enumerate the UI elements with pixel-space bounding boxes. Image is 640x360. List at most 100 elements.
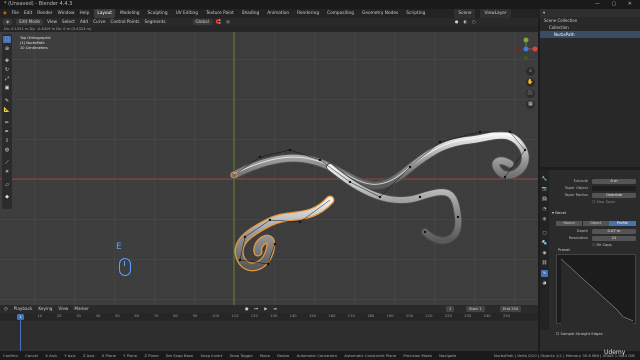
object-tab-icon[interactable]: ▢ <box>541 230 548 237</box>
pen-icon[interactable]: ✒ <box>3 129 11 136</box>
pan-hand-icon[interactable]: ✋ <box>526 78 535 87</box>
editor-type-icon[interactable]: ◈ <box>3 19 13 25</box>
tab-sculpting[interactable]: Sculpting <box>145 9 171 18</box>
bevel-mode-object[interactable]: Object <box>582 221 609 226</box>
curve-data-tab-icon[interactable]: ∿ <box>541 270 548 277</box>
to-sphere-icon[interactable]: ◆ <box>3 194 11 201</box>
snap-icon[interactable]: 🧲 <box>216 18 221 26</box>
3d-viewport[interactable] <box>0 32 538 305</box>
render-tab-icon[interactable]: 📷 <box>541 186 548 193</box>
bevel-profile-widget[interactable] <box>556 254 638 326</box>
playhead-line[interactable] <box>20 320 21 351</box>
extrude-icon[interactable]: ⇧ <box>3 138 11 145</box>
tab-animation[interactable]: Animation <box>264 9 292 18</box>
tab-texture-paint[interactable]: Texture Paint <box>203 9 237 18</box>
play-icon[interactable]: ▶ <box>264 305 267 313</box>
timeline-editor-icon[interactable]: ◷ <box>4 305 8 313</box>
camera-icon[interactable]: 🎥 <box>526 89 535 98</box>
start-frame-field[interactable]: Start 1 <box>466 306 485 312</box>
menu-render[interactable]: Render <box>37 9 52 18</box>
material-tab-icon[interactable]: ◕ <box>541 280 548 287</box>
jump-start-icon[interactable]: ⏮ <box>255 305 259 313</box>
menu-segments[interactable]: Segments <box>144 18 165 26</box>
profile-curve[interactable] <box>557 255 638 326</box>
outliner-row-collection[interactable]: Collection <box>540 24 640 31</box>
shear-icon[interactable]: ▱ <box>3 182 11 189</box>
bevel-mode-profile[interactable]: Profile <box>609 221 636 226</box>
mode-selector[interactable]: Edit Mode <box>16 19 44 25</box>
scale-icon[interactable]: ⤢ <box>3 76 11 83</box>
annotate-icon[interactable]: ✎ <box>3 98 11 105</box>
tool-tab-icon[interactable]: 🔧 <box>541 176 548 183</box>
menu-window[interactable]: Window <box>58 9 75 18</box>
menu-curve[interactable]: Curve <box>93 18 105 26</box>
move-icon[interactable]: ✥ <box>3 58 11 65</box>
tab-scripting[interactable]: Scripting <box>403 9 428 18</box>
view-layer-selector[interactable]: ViewLayer <box>480 9 511 18</box>
outliner-row-scene-collection[interactable]: Scene Collection <box>540 17 640 24</box>
current-frame-field[interactable]: 1 <box>446 306 455 312</box>
map-taper-checkbox[interactable]: ☐ Map Taper <box>592 199 615 205</box>
rotate-icon[interactable]: ↻ <box>3 67 11 74</box>
menu-view-timeline[interactable]: View <box>58 305 68 313</box>
output-tab-icon[interactable]: 🖨 <box>541 196 548 203</box>
proportional-edit-icon[interactable]: ◎ <box>226 18 230 26</box>
menu-select[interactable]: Select <box>62 18 75 26</box>
menu-edit[interactable]: Edit <box>24 9 32 18</box>
randomize-icon[interactable]: ✳ <box>3 169 11 176</box>
menu-help[interactable]: Help <box>80 9 90 18</box>
tilt-icon[interactable]: ⟋ <box>3 160 11 167</box>
menu-marker[interactable]: Marker <box>74 305 88 313</box>
playhead[interactable]: 1 <box>17 314 24 320</box>
draw-icon[interactable]: ✏ <box>3 120 11 127</box>
tab-rendering[interactable]: Rendering <box>294 9 322 18</box>
viewport-canvas[interactable] <box>0 32 538 305</box>
transform-icon[interactable]: ▣ <box>3 85 11 92</box>
cursor-icon[interactable]: ⊕ <box>3 46 11 53</box>
menu-file[interactable]: File <box>12 9 19 18</box>
shading-solid-icon[interactable]: ● <box>455 18 459 26</box>
modifier-tab-icon[interactable]: 🔩 <box>541 240 548 247</box>
resolution-field[interactable]: 21 <box>592 235 636 241</box>
jump-end-icon[interactable]: ⏭ <box>274 305 278 313</box>
world-tab-icon[interactable]: ◍ <box>541 216 548 223</box>
end-frame-field[interactable]: End 250 <box>500 306 522 312</box>
filter-icon[interactable]: ▾ <box>543 10 545 15</box>
sample-straight-edges-checkbox[interactable]: ☐ Sample Straight Edges <box>556 332 603 336</box>
orientation-selector[interactable]: Global <box>192 19 212 25</box>
window-controls[interactable]: — ▢ ✕ <box>595 0 637 9</box>
timeline-area[interactable] <box>0 321 538 351</box>
taper-radius-dropdown[interactable]: Override <box>592 192 636 198</box>
tab-modeling[interactable]: Modeling <box>117 9 143 18</box>
blender-logo-icon[interactable]: ◉ <box>3 9 7 18</box>
tab-layout[interactable]: Layout <box>94 9 115 18</box>
shading-rendered-icon[interactable]: ○ <box>472 18 476 26</box>
scene-selector[interactable]: Scene <box>454 9 476 18</box>
scene-tab-icon[interactable]: ◔ <box>541 206 548 213</box>
navigation-gizmo[interactable] <box>514 34 538 64</box>
menu-playback[interactable]: Playback <box>14 305 33 313</box>
record-icon[interactable]: ● <box>245 305 249 313</box>
shading-material-icon[interactable]: ◐ <box>463 18 467 26</box>
tab-uv-editing[interactable]: UV Editing <box>173 9 201 18</box>
menu-view[interactable]: View <box>47 18 57 26</box>
depth-field[interactable]: 0.07 m <box>592 228 636 234</box>
extrude-field[interactable]: 0 m <box>592 178 636 184</box>
bevel-section-header[interactable]: ▾ Bevel <box>552 210 636 216</box>
radius-icon[interactable]: ◍ <box>3 147 11 154</box>
taper-object-field[interactable] <box>592 185 636 191</box>
menu-add[interactable]: Add <box>80 18 88 26</box>
zoom-icon[interactable]: ⌕ <box>526 67 535 76</box>
select-box-icon[interactable]: ⬚ <box>3 36 11 43</box>
fill-caps-checkbox[interactable]: ☑ Fill Caps <box>592 242 612 248</box>
tab-geometry-nodes[interactable]: Geometry Nodes <box>359 9 401 18</box>
tab-compositing[interactable]: Compositing <box>324 9 357 18</box>
grid-view-icon[interactable]: ▦ <box>526 100 535 109</box>
menu-control-points[interactable]: Control Points <box>110 18 139 26</box>
physics-tab-icon[interactable]: ◉ <box>541 250 548 257</box>
outliner-row-nurbspath[interactable]: NurbsPath <box>540 31 640 38</box>
menu-keying[interactable]: Keying <box>38 305 52 313</box>
measure-icon[interactable]: 📐 <box>3 107 11 114</box>
bevel-mode-round[interactable]: Round <box>556 221 583 226</box>
tab-shading[interactable]: Shading <box>239 9 262 18</box>
